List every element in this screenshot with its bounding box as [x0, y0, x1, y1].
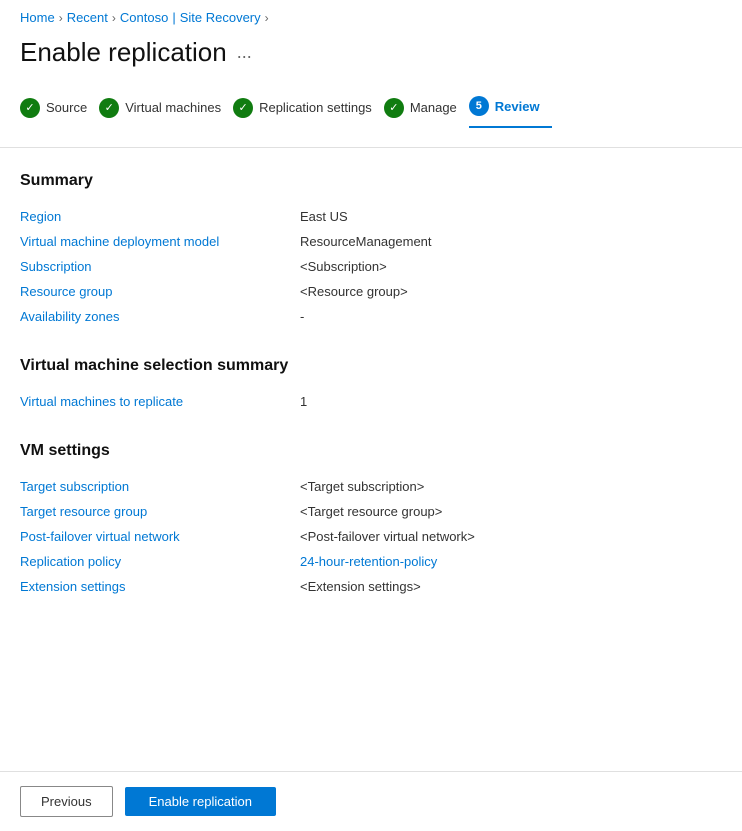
vm-settings-row-policy: Replication policy 24-hour-retention-pol… [20, 549, 722, 574]
step-source-label: Source [46, 100, 87, 115]
vm-settings-row-extension: Extension settings <Extension settings> [20, 574, 722, 599]
page-title: Enable replication [20, 37, 227, 68]
summary-label-region: Region [20, 209, 300, 224]
step-source[interactable]: ✓ Source [20, 90, 99, 126]
breadcrumb-sep-2: › [112, 11, 116, 25]
breadcrumb-home[interactable]: Home [20, 10, 55, 25]
step-review-label: Review [495, 99, 540, 114]
step-manage[interactable]: ✓ Manage [384, 90, 469, 126]
summary-label-availability: Availability zones [20, 309, 300, 324]
summary-label-subscription: Subscription [20, 259, 300, 274]
breadcrumb-sep-3: › [265, 11, 269, 25]
vm-selection-row: Virtual machines to replicate 1 [20, 389, 722, 414]
summary-row-deployment: Virtual machine deployment model Resourc… [20, 229, 722, 254]
enable-replication-button[interactable]: Enable replication [125, 787, 276, 816]
summary-row-availability: Availability zones - [20, 304, 722, 329]
summary-row-resource-group: Resource group <Resource group> [20, 279, 722, 304]
vm-settings-row-vnet: Post-failover virtual network <Post-fail… [20, 524, 722, 549]
breadcrumb-contoso[interactable]: Contoso [120, 10, 168, 25]
footer: Previous Enable replication [0, 771, 742, 831]
step-virtual-machines[interactable]: ✓ Virtual machines [99, 90, 233, 126]
vm-settings-table: Target subscription <Target subscription… [20, 474, 722, 599]
step-vm-check-icon: ✓ [99, 98, 119, 118]
breadcrumb-pipe: | [172, 10, 175, 25]
step-manage-label: Manage [410, 100, 457, 115]
vm-selection-value: 1 [300, 394, 307, 409]
summary-value-availability: - [300, 309, 304, 324]
summary-value-deployment: ResourceManagement [300, 234, 432, 249]
vm-settings-section-title: VM settings [20, 442, 722, 460]
summary-table: Region East US Virtual machine deploymen… [20, 204, 722, 329]
previous-button[interactable]: Previous [20, 786, 113, 817]
page-options-dots[interactable]: ... [237, 42, 252, 63]
summary-value-subscription: <Subscription> [300, 259, 387, 274]
page-title-row: Enable replication ... [0, 31, 742, 88]
vm-settings-label-extension: Extension settings [20, 579, 300, 594]
vm-settings-label-target-rg: Target resource group [20, 504, 300, 519]
wizard-steps: ✓ Source ✓ Virtual machines ✓ Replicatio… [0, 88, 742, 148]
summary-label-resource-group: Resource group [20, 284, 300, 299]
summary-value-region: East US [300, 209, 348, 224]
vm-settings-value-vnet: <Post-failover virtual network> [300, 529, 475, 544]
breadcrumb-sep-1: › [59, 11, 63, 25]
summary-value-resource-group: <Resource group> [300, 284, 408, 299]
step-review-num-icon: 5 [469, 96, 489, 116]
summary-row-region: Region East US [20, 204, 722, 229]
vm-settings-label-policy: Replication policy [20, 554, 300, 569]
step-manage-check-icon: ✓ [384, 98, 404, 118]
summary-section-title: Summary [20, 172, 722, 190]
step-vm-label: Virtual machines [125, 100, 221, 115]
vm-selection-table: Virtual machines to replicate 1 [20, 389, 722, 414]
step-rep-label: Replication settings [259, 100, 372, 115]
vm-selection-label: Virtual machines to replicate [20, 394, 300, 409]
vm-selection-section-title: Virtual machine selection summary [20, 357, 722, 375]
vm-settings-row-target-sub: Target subscription <Target subscription… [20, 474, 722, 499]
step-source-check-icon: ✓ [20, 98, 40, 118]
step-replication-settings[interactable]: ✓ Replication settings [233, 90, 384, 126]
vm-settings-value-target-sub: <Target subscription> [300, 479, 424, 494]
breadcrumb: Home › Recent › Contoso | Site Recovery … [0, 0, 742, 31]
main-content: Summary Region East US Virtual machine d… [0, 148, 742, 727]
step-rep-check-icon: ✓ [233, 98, 253, 118]
vm-settings-row-target-rg: Target resource group <Target resource g… [20, 499, 722, 524]
breadcrumb-recent[interactable]: Recent [67, 10, 108, 25]
vm-settings-label-target-sub: Target subscription [20, 479, 300, 494]
summary-row-subscription: Subscription <Subscription> [20, 254, 722, 279]
vm-settings-label-vnet: Post-failover virtual network [20, 529, 300, 544]
vm-settings-value-extension: <Extension settings> [300, 579, 421, 594]
step-review[interactable]: 5 Review [469, 88, 552, 128]
summary-label-deployment: Virtual machine deployment model [20, 234, 300, 249]
vm-settings-value-target-rg: <Target resource group> [300, 504, 442, 519]
vm-settings-value-policy[interactable]: 24-hour-retention-policy [300, 554, 437, 569]
breadcrumb-site-recovery[interactable]: Site Recovery [180, 10, 261, 25]
